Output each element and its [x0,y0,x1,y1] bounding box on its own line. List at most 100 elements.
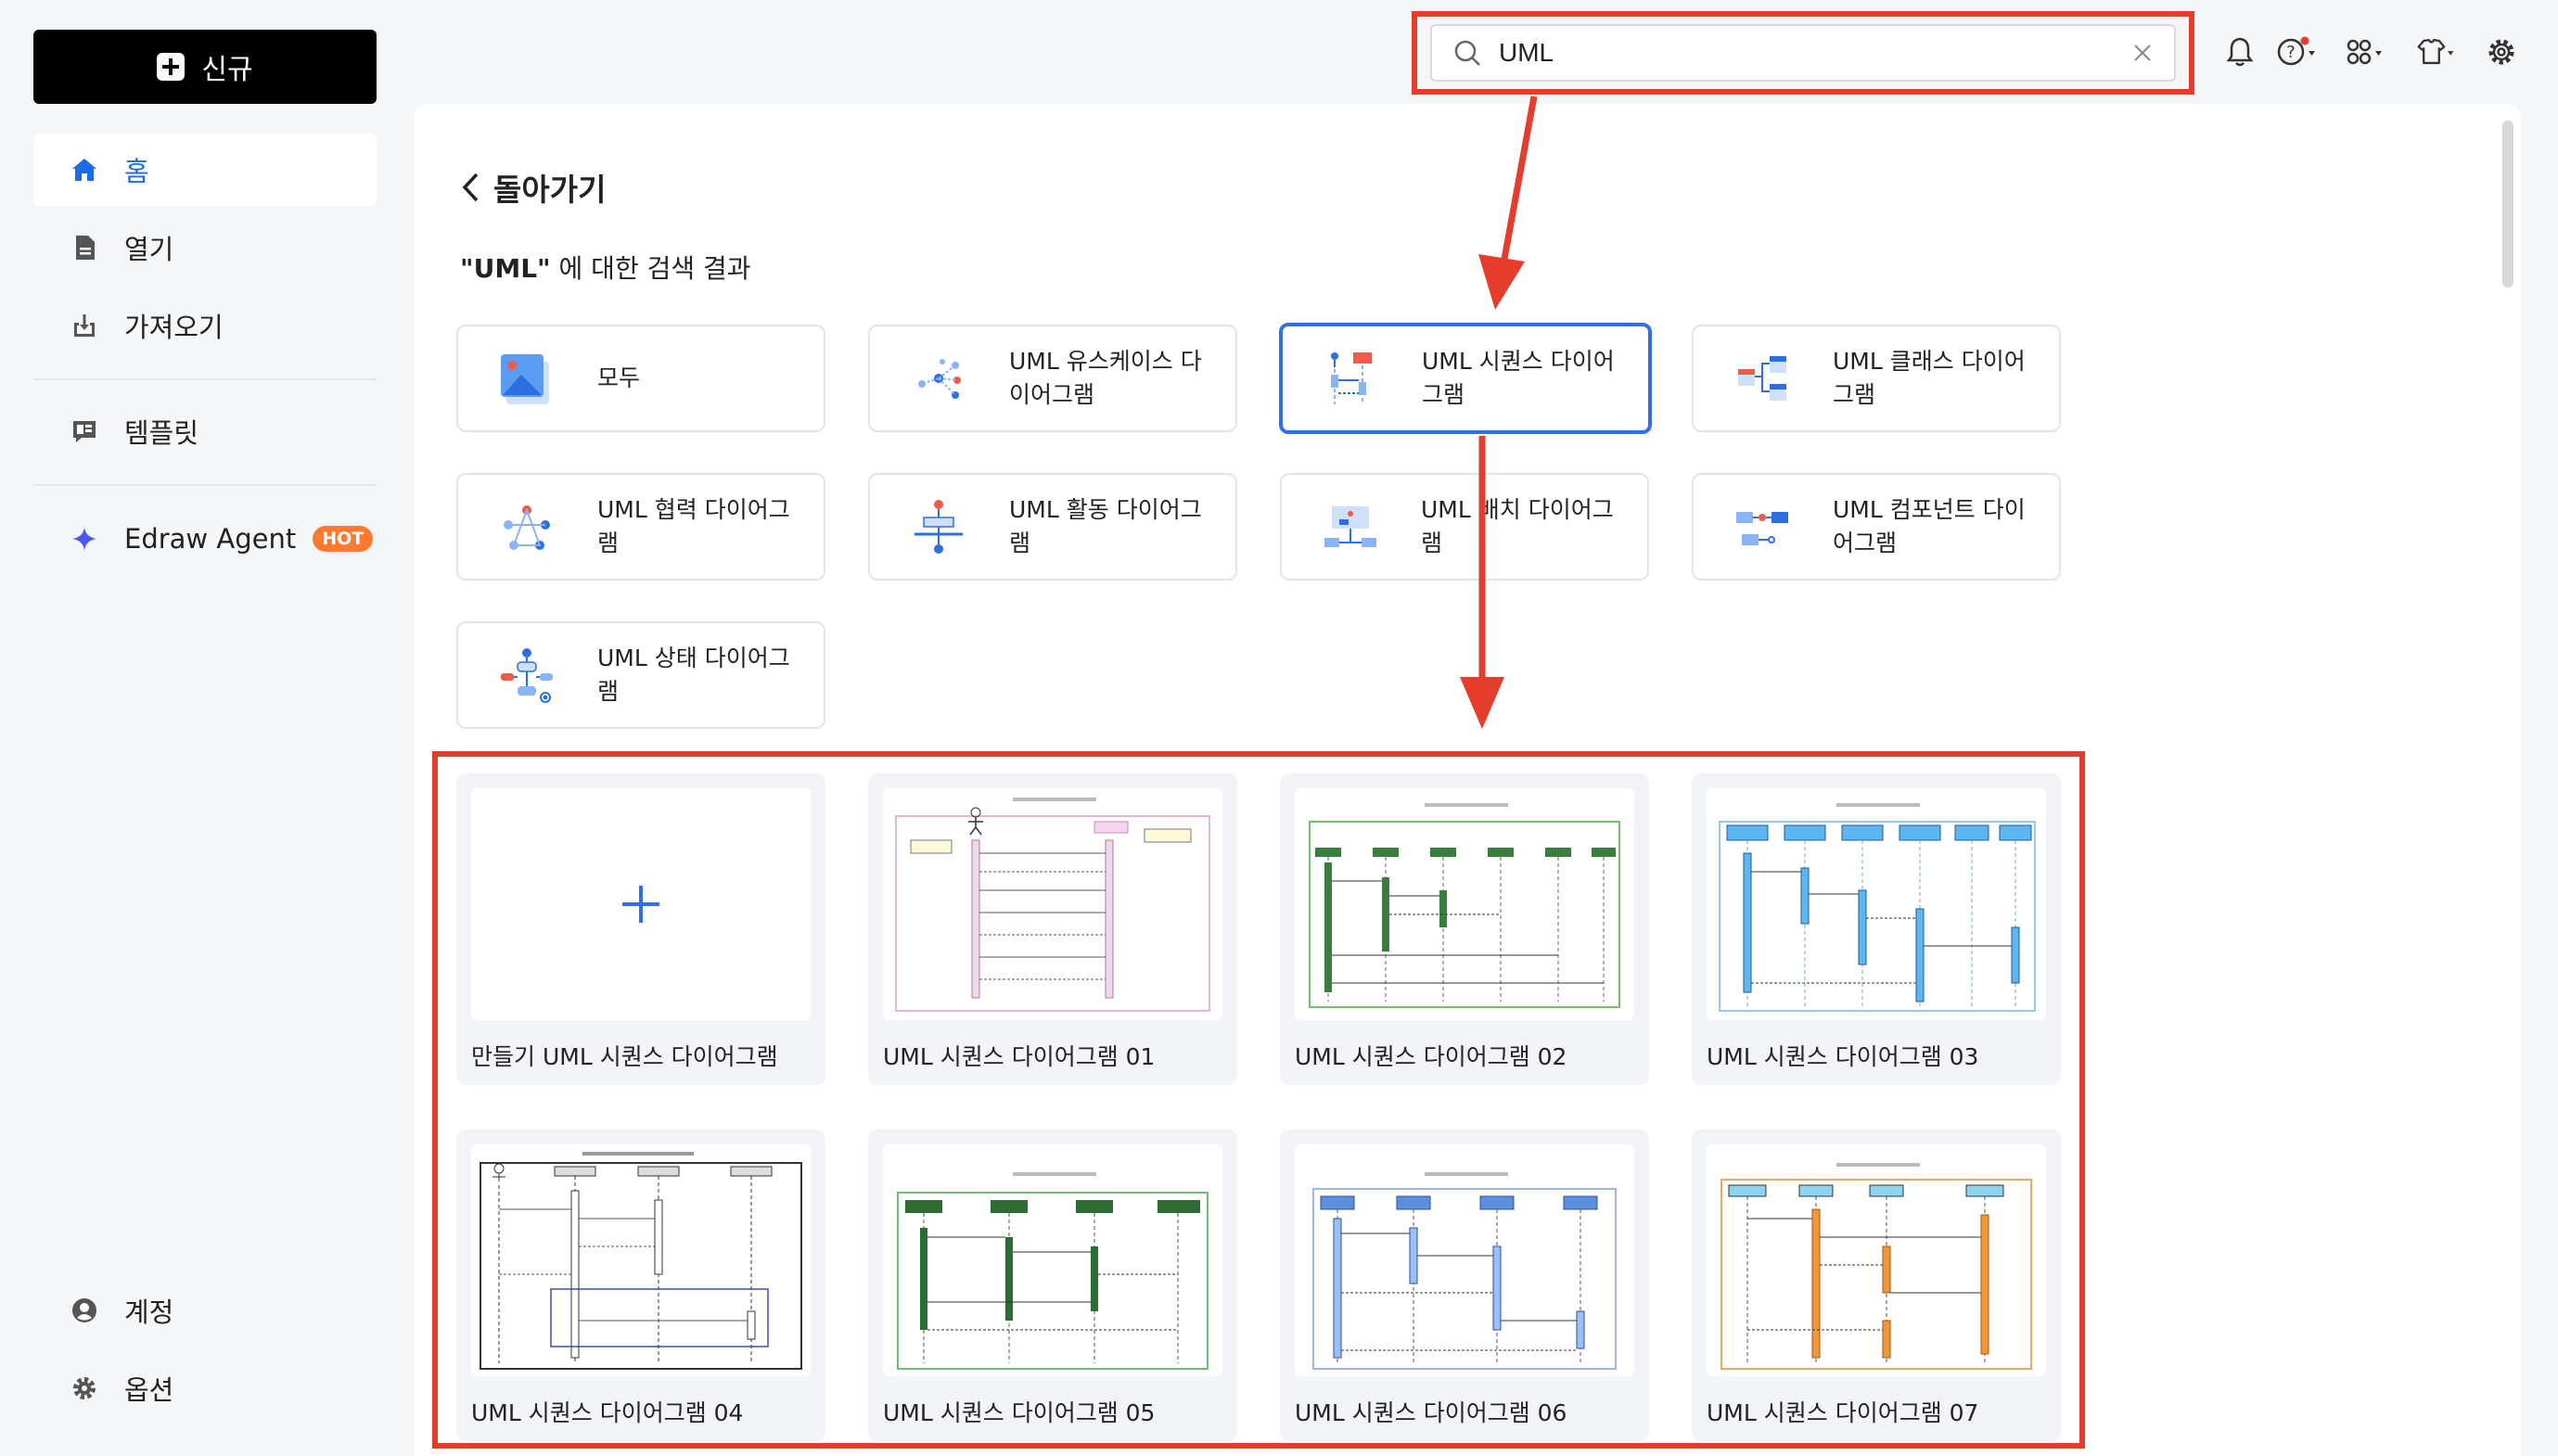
sequence-diagram-thumbnail-icon [1309,803,1620,1008]
category-deployment[interactable]: UML 배치 다이어그램 [1280,473,1649,581]
template-card-04[interactable]: UML 시퀀스 다이어그램 04 [456,1130,825,1441]
category-label: UML 상태 다이어그램 [597,645,790,705]
template-thumbnail [1295,788,1634,1020]
back-label: 돌아가기 [493,172,607,208]
state-diagram-icon [497,645,556,705]
category-label: UML 유스케이스 다이어그램 [1009,348,1202,408]
activity-diagram-icon [909,497,968,556]
class-diagram-icon [1733,349,1792,408]
template-card-07[interactable]: UML 시퀀스 다이어그램 07 [1692,1130,2061,1441]
template-thumbnail [471,1144,811,1376]
use-case-diagram-icon [909,349,968,408]
sidebar-item-account[interactable]: 계정 [33,1274,377,1347]
category-component[interactable]: UML 컴포넌트 다이어그램 [1692,473,2061,581]
sidebar-item-import[interactable]: 가져오기 [33,289,377,362]
plus-icon [622,886,659,923]
apps-grid-icon[interactable] [2345,33,2387,70]
template-label: UML 시퀀스 다이어그램 07 [1707,1399,1979,1426]
template-thumbnail [883,1144,1222,1376]
component-diagram-icon [1733,497,1792,556]
sequence-diagram-thumbnail-icon [1719,803,2036,1012]
category-label: UML 시퀀스 다이어그램 [1422,348,1615,408]
search-box[interactable] [1430,24,2176,82]
account-icon [72,1298,96,1322]
template-card-create[interactable]: 만들기 UML 시퀀스 다이어그램 [456,773,825,1085]
plus-icon [157,53,185,81]
template-card-02[interactable]: UML 시퀀스 다이어그램 02 [1280,773,1649,1085]
sequence-diagram-icon [1322,349,1381,408]
sidebar: 신규 홈 열기 가져오기 템플릿 Edraw Agent HOT 계정 옵션 [0,0,408,1456]
new-button-label: 신규 [201,54,253,86]
results-title: "UML" 에 대한 검색 결과 [460,249,751,286]
template-thumbnail [1295,1144,1634,1376]
category-all[interactable]: 모두 [456,325,825,432]
all-category-icon [497,349,556,408]
template-thumbnail [1707,788,2046,1020]
scrollbar[interactable] [2502,121,2513,287]
sidebar-item-home[interactable]: 홈 [33,134,377,206]
category-activity[interactable]: UML 활동 다이어그램 [868,473,1237,581]
clear-search-icon[interactable] [2131,42,2154,64]
gear-icon [73,1377,96,1399]
create-thumbnail [471,788,811,1020]
template-thumbnail [883,788,1222,1020]
category-label: UML 활동 다이어그램 [1009,496,1202,556]
template-label: UML 시퀀스 다이어그램 03 [1707,1043,1979,1070]
category-sequence[interactable]: UML 시퀀스 다이어그램 [1279,323,1652,434]
shirt-theme-icon[interactable] [2415,33,2458,70]
template-card-03[interactable]: UML 시퀀스 다이어그램 03 [1692,773,2061,1085]
sidebar-item-label: Edraw Agent [124,523,297,555]
template-thumbnail [1707,1144,2046,1376]
sidebar-item-label: 홈 [124,156,149,187]
sequence-diagram-thumbnail-icon [895,798,1210,1012]
sidebar-item-label: 열기 [124,234,174,265]
search-icon [1454,40,1480,66]
search-input[interactable] [1499,38,2115,68]
category-class[interactable]: UML 클래스 다이어그램 [1692,325,2061,432]
help-icon[interactable]: ? [2276,33,2319,70]
template-label: UML 시퀀스 다이어그램 01 [883,1043,1156,1070]
category-label: UML 클래스 다이어그램 [1833,348,2026,408]
import-icon [74,314,95,337]
sidebar-item-label: 가져오기 [124,312,224,343]
results-suffix: 에 대한 검색 결과 [550,253,751,284]
sidebar-item-label: 계정 [124,1296,174,1328]
template-card-06[interactable]: UML 시퀀스 다이어그램 06 [1280,1130,1649,1441]
deployment-diagram-icon [1321,497,1380,556]
category-label: UML 배치 다이어그램 [1421,496,1614,556]
template-card-01[interactable]: UML 시퀀스 다이어그램 01 [868,773,1237,1085]
category-label: UML 협력 다이어그램 [597,496,790,556]
sidebar-item-label: 옵션 [124,1374,174,1406]
sidebar-item-label: 템플릿 [124,417,199,449]
notification-bell-icon[interactable] [2219,33,2261,70]
settings-gear-icon[interactable] [2480,33,2523,70]
template-label: UML 시퀀스 다이어그램 02 [1295,1043,1567,1070]
sidebar-item-options[interactable]: 옵션 [33,1352,377,1424]
results-query: "UML" [460,253,551,284]
category-use-case[interactable]: UML 유스케이스 다이어그램 [868,325,1237,432]
template-icon [73,421,96,442]
sparkle-icon [72,527,96,551]
template-label: UML 시퀀스 다이어그램 05 [883,1399,1156,1426]
home-icon [72,159,96,181]
hot-badge: HOT [313,526,374,552]
category-state[interactable]: UML 상태 다이어그램 [456,621,825,729]
new-button[interactable]: 신규 [33,30,377,104]
category-label: UML 컴포넌트 다이어그램 [1833,496,2026,556]
sidebar-item-open[interactable]: 열기 [33,211,377,284]
divider [33,484,377,486]
svg-text:?: ? [2286,43,2296,62]
back-button[interactable]: 돌아가기 [460,165,606,210]
sequence-diagram-thumbnail-icon [1720,1163,2032,1370]
template-label: UML 시퀀스 다이어그램 06 [1295,1399,1567,1426]
sidebar-item-templates[interactable]: 템플릿 [33,395,377,467]
template-card-05[interactable]: UML 시퀀스 다이어그램 05 [868,1130,1237,1441]
collaboration-diagram-icon [497,497,556,556]
divider [33,378,377,380]
template-label: 만들기 UML 시퀀스 다이어그램 [471,1043,778,1070]
category-collaboration[interactable]: UML 협력 다이어그램 [456,473,825,581]
sidebar-item-edraw-agent[interactable]: Edraw Agent HOT [33,503,377,575]
template-label: UML 시퀀스 다이어그램 04 [471,1399,744,1426]
category-label: 모두 [597,364,641,391]
sequence-diagram-thumbnail-icon [1312,1172,1617,1370]
